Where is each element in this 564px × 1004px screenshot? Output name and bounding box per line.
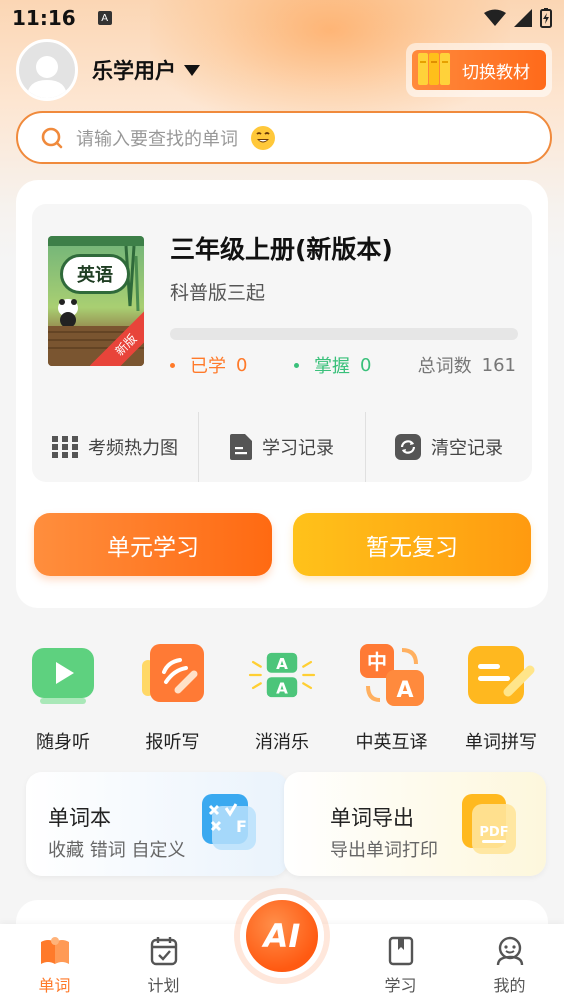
feature-translate[interactable]: 中 A 中英互译: [339, 640, 445, 760]
smile-emoji-icon: [251, 125, 275, 150]
pdf-icon: PDF: [462, 794, 516, 854]
book-cover-title: 英语: [60, 254, 130, 294]
svg-text:F: F: [236, 817, 247, 836]
document-icon: [230, 434, 252, 460]
calendar-icon: [150, 937, 177, 966]
clear-record-label: 清空记录: [431, 438, 503, 459]
spelling-icon: [466, 640, 536, 710]
wordbook-icon: F: [202, 794, 256, 850]
mastered-label: 掌握: [314, 356, 350, 377]
word-export-card[interactable]: 单词导出 导出单词打印 PDF: [284, 772, 546, 876]
feature-label: 随身听: [36, 732, 90, 753]
tab-label: 我的: [493, 976, 526, 995]
ai-button[interactable]: AI: [240, 894, 324, 978]
profile-icon: [496, 936, 523, 966]
study-record-button[interactable]: 学习记录: [199, 412, 365, 482]
signal-icon: [514, 9, 532, 27]
study-record-label: 学习记录: [262, 438, 334, 459]
book-cover-image[interactable]: 英语 新版: [48, 236, 144, 366]
avatar[interactable]: [16, 39, 78, 101]
frequency-heatmap-button[interactable]: 考频热力图: [32, 412, 198, 482]
total-words-count: 161: [481, 354, 516, 376]
mastered-dot: [294, 362, 299, 368]
user-name[interactable]: 乐学用户: [92, 55, 176, 85]
search-icon: [41, 127, 63, 148]
user-avatar-icon: [27, 56, 67, 98]
wordbook-title: 单词本: [48, 806, 111, 830]
svg-text:PDF: PDF: [479, 825, 508, 840]
feature-listen[interactable]: 随身听: [10, 640, 116, 760]
learned-label: 已学: [190, 356, 226, 377]
switch-textbook-button[interactable]: 切换教材: [406, 43, 552, 97]
svg-text:中: 中: [367, 650, 387, 674]
svg-text:A: A: [276, 679, 288, 697]
dictation-icon: [138, 640, 208, 710]
status-time: 11:16: [12, 6, 76, 30]
svg-text:A: A: [276, 655, 288, 673]
unit-study-button[interactable]: 单元学习: [34, 513, 272, 576]
header: 乐学用户 切换教材: [16, 38, 552, 102]
mastered-stat: 掌握 0: [294, 352, 371, 378]
books-icon: [418, 53, 450, 85]
feature-match-game[interactable]: A A 消消乐: [229, 640, 335, 760]
feature-label: 中英互译: [355, 732, 428, 753]
tab-ai[interactable]: AI: [218, 894, 346, 978]
learned-count: 0: [236, 354, 248, 376]
word-export-subtitle: 导出单词打印: [330, 840, 438, 861]
review-button[interactable]: 暂无复习: [293, 513, 531, 576]
match-game-icon: A A: [247, 640, 317, 710]
tab-label: 单词: [38, 976, 71, 995]
switch-textbook-label: 切换教材: [462, 62, 530, 83]
tab-plan[interactable]: 计划: [109, 924, 218, 996]
wifi-icon: [484, 9, 506, 26]
search-bar[interactable]: 请输入要查找的单词: [16, 111, 552, 164]
frequency-heatmap-label: 考频热力图: [88, 438, 178, 459]
status-bar: 11:16 A: [0, 0, 564, 36]
total-words-label: 总词数: [417, 356, 472, 377]
clear-record-button[interactable]: 清空记录: [366, 412, 532, 482]
bookmark-icon: [388, 936, 413, 966]
feature-row: 随身听 报听写 A A 消消乐 中 A 中英互译 单词拼写: [10, 640, 554, 760]
textbook-card: 英语 新版 三年级上册(新版本) 科普版三起 已学 0 掌握 0 总词数 161: [16, 180, 548, 608]
learning-progress-bar: [170, 328, 518, 340]
book-edition: 科普版三起: [170, 282, 266, 304]
feature-label: 消消乐: [255, 732, 309, 753]
battery-icon: [540, 8, 552, 28]
tab-study[interactable]: 学习: [346, 924, 455, 996]
svg-text:A: A: [396, 678, 413, 703]
play-icon: [28, 640, 98, 710]
learned-stat: 已学 0: [170, 352, 247, 378]
learned-dot: [170, 362, 175, 368]
grid-icon: [52, 436, 78, 458]
feature-dictation[interactable]: 报听写: [120, 640, 226, 760]
tab-words[interactable]: 单词: [0, 924, 109, 996]
book-icon: [40, 937, 69, 964]
notification-icon: A: [97, 11, 112, 25]
total-words-stat: 总词数 161: [418, 352, 516, 378]
wordbook-card[interactable]: 单词本 收藏 错词 自定义 F: [26, 772, 288, 876]
search-input[interactable]: 请输入要查找的单词: [76, 125, 238, 151]
feature-label: 单词拼写: [465, 732, 537, 753]
switch-textbook-inner: 切换教材: [412, 50, 546, 90]
tab-profile[interactable]: 我的: [455, 924, 564, 996]
tool-row: 考频热力图 学习记录 清空记录: [32, 412, 532, 482]
wordbook-subtitle: 收藏 错词 自定义: [48, 840, 186, 861]
mastered-count: 0: [360, 354, 372, 376]
status-icons: [484, 8, 552, 28]
book-title: 三年级上册(新版本): [170, 235, 393, 264]
feature-spelling[interactable]: 单词拼写: [448, 640, 554, 760]
caret-down-icon[interactable]: [184, 64, 200, 76]
word-export-title: 单词导出: [330, 806, 414, 830]
translate-icon: 中 A: [357, 640, 427, 710]
textbook-panel: 英语 新版 三年级上册(新版本) 科普版三起 已学 0 掌握 0 总词数 161: [32, 204, 532, 482]
bottom-tab-bar: 单词 计划 AI 学习 我的: [0, 894, 564, 1004]
feature-label: 报听写: [145, 732, 200, 753]
tab-label: 计划: [147, 976, 180, 995]
refresh-icon: [395, 434, 421, 460]
tab-label: 学习: [384, 976, 417, 995]
